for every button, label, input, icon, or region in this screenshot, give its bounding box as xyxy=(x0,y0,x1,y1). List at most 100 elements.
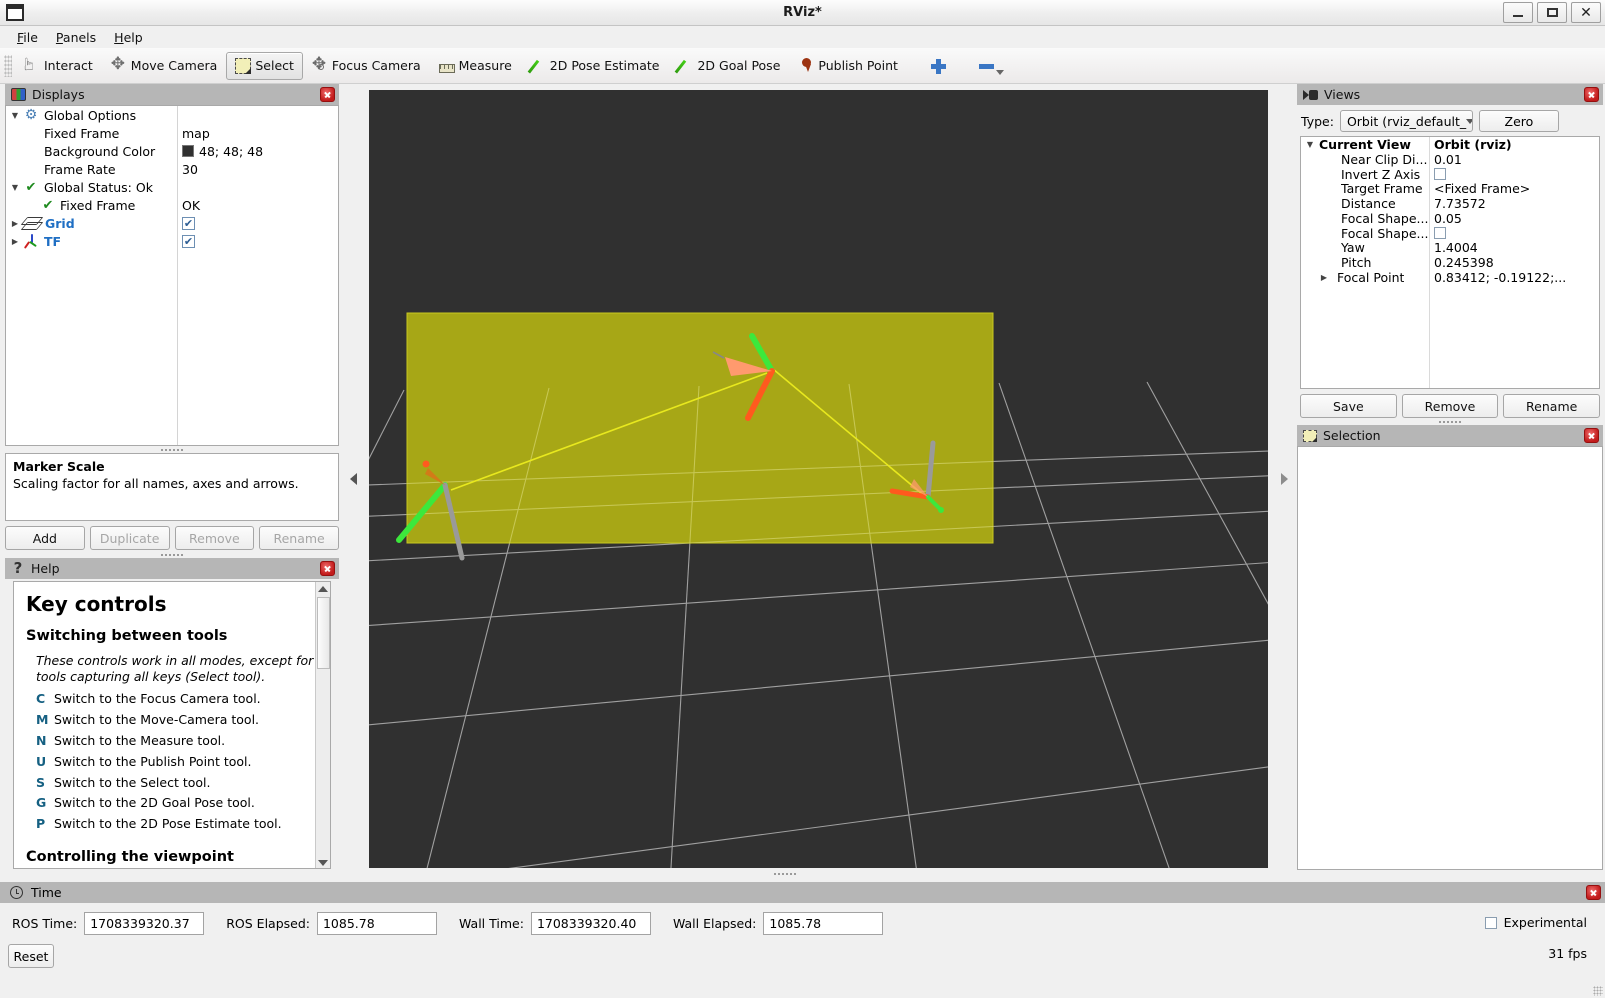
close-button[interactable]: ✕ xyxy=(1571,2,1601,23)
views-row-target-frame[interactable]: Target Frame <Fixed Frame> xyxy=(1301,181,1599,196)
help-scrollbar[interactable] xyxy=(315,582,330,869)
close-icon[interactable] xyxy=(320,561,335,576)
views-value-checkbox[interactable] xyxy=(1434,227,1446,239)
views-row-distance[interactable]: Distance 7.73572 xyxy=(1301,196,1599,211)
close-icon[interactable] xyxy=(1584,87,1599,102)
map-pin-icon xyxy=(798,58,814,74)
tool-measure[interactable]: Measure xyxy=(430,52,521,80)
tree-value-checkbox[interactable] xyxy=(182,217,195,230)
expander-right-icon[interactable]: ▶ xyxy=(1315,273,1333,282)
help-content[interactable]: Key controls Switching between tools The… xyxy=(13,581,331,869)
tool-focus-camera[interactable]: Focus Camera xyxy=(303,52,430,80)
menu-bar: File Panels Help xyxy=(0,26,1605,48)
views-row-invert-z-axis[interactable]: Invert Z Axis xyxy=(1301,167,1599,182)
close-icon[interactable] xyxy=(320,87,335,102)
close-icon[interactable] xyxy=(1586,885,1601,900)
left-panel-collapse-handle[interactable] xyxy=(345,88,361,870)
views-label: Distance xyxy=(1341,196,1396,211)
tree-row-fixed-frame[interactable]: Fixed Frame map xyxy=(6,124,338,142)
add-display-button[interactable]: Add xyxy=(5,526,85,550)
reset-button[interactable]: Reset xyxy=(8,944,54,968)
hand-icon xyxy=(24,58,40,74)
checkbox-icon[interactable] xyxy=(182,217,195,230)
scroll-up-icon[interactable] xyxy=(316,582,330,596)
views-panel: Views Type: Orbit (rviz_default_ Zero ▼ … xyxy=(1297,84,1603,420)
views-row-focal-point[interactable]: ▶ Focal Point 0.83412; -0.19122;... xyxy=(1301,270,1599,285)
scrollbar-thumb[interactable] xyxy=(317,597,330,669)
scroll-down-icon[interactable] xyxy=(316,856,330,869)
tool-interact[interactable]: Interact xyxy=(15,52,102,80)
tree-row-tf[interactable]: ▶ TF xyxy=(6,232,338,250)
ros-elapsed-input[interactable]: 1085.78 xyxy=(317,912,437,935)
views-row-yaw[interactable]: Yaw 1.4004 xyxy=(1301,241,1599,256)
views-row-current-view[interactable]: ▼ Current View Orbit (rviz) xyxy=(1301,137,1599,152)
tree-value-color: 48; 48; 48 xyxy=(182,144,263,159)
view-type-combobox[interactable]: Orbit (rviz_default_ xyxy=(1340,110,1473,132)
splitter-displays-help[interactable] xyxy=(5,551,339,558)
tree-row-frame-rate[interactable]: Frame Rate 30 xyxy=(6,160,338,178)
maximize-icon xyxy=(1547,8,1558,17)
tree-row-background-color[interactable]: Background Color 48; 48; 48 xyxy=(6,142,338,160)
checkbox-icon[interactable] xyxy=(1434,168,1446,180)
duplicate-display-button[interactable]: Duplicate xyxy=(90,526,170,550)
description-title: Marker Scale xyxy=(13,459,331,476)
help-note: These controls work in all modes, except… xyxy=(36,653,318,685)
wall-time-input[interactable]: 1708339320.40 xyxy=(531,912,651,935)
views-value-checkbox[interactable] xyxy=(1434,168,1446,180)
splitter-views-selection[interactable] xyxy=(1297,418,1603,425)
remove-view-button[interactable]: Remove xyxy=(1402,394,1499,418)
displays-tree[interactable]: ▼ Global Options Fixed Frame map Backgro… xyxy=(5,105,339,446)
views-row-near-clip-distance[interactable]: Near Clip Di... 0.01 xyxy=(1301,152,1599,167)
menu-panels[interactable]: Panels xyxy=(47,28,105,47)
checkbox-icon[interactable] xyxy=(182,235,195,248)
shortcut-text: Switch to the Move-Camera tool. xyxy=(54,712,259,729)
views-row-pitch[interactable]: Pitch 0.245398 xyxy=(1301,255,1599,270)
tool-2d-pose-estimate[interactable]: 2D Pose Estimate xyxy=(521,52,669,80)
tool-publish-point[interactable]: Publish Point xyxy=(789,52,907,80)
3d-render-view[interactable] xyxy=(369,90,1268,868)
tool-select-label: Select xyxy=(255,58,294,73)
views-row-focal-shape-fixed[interactable]: Focal Shape... xyxy=(1301,226,1599,241)
view-type-label: Type: xyxy=(1301,114,1334,129)
expander-right-icon[interactable]: ▶ xyxy=(8,219,22,228)
expander-right-icon[interactable]: ▶ xyxy=(8,237,22,246)
remove-tool-button[interactable] xyxy=(969,52,1013,80)
tree-row-global-status[interactable]: ▼ Global Status: Ok xyxy=(6,178,338,196)
rename-display-button[interactable]: Rename xyxy=(259,526,339,550)
splitter-displays-desc[interactable] xyxy=(5,446,339,453)
expander-down-icon[interactable]: ▼ xyxy=(1301,140,1319,149)
minimize-button[interactable] xyxy=(1503,2,1533,23)
menu-file[interactable]: File xyxy=(8,28,47,47)
selection-panel-title: Selection xyxy=(1323,428,1381,443)
maximize-button[interactable] xyxy=(1537,2,1567,23)
experimental-checkbox[interactable] xyxy=(1485,917,1497,929)
close-icon[interactable] xyxy=(1584,428,1599,443)
add-tool-button[interactable] xyxy=(921,52,955,80)
rename-view-button[interactable]: Rename xyxy=(1503,394,1600,418)
remove-display-button[interactable]: Remove xyxy=(175,526,255,550)
wall-time-label: Wall Time: xyxy=(459,916,524,931)
wall-elapsed-input[interactable]: 1085.78 xyxy=(763,912,883,935)
views-row-focal-shape-size[interactable]: Focal Shape... 0.05 xyxy=(1301,211,1599,226)
tree-value-checkbox[interactable] xyxy=(182,235,195,248)
tree-row-grid[interactable]: ▶ Grid xyxy=(6,214,338,232)
menu-help[interactable]: Help xyxy=(105,28,152,47)
ros-time-input[interactable]: 1708339320.37 xyxy=(84,912,204,935)
tool-select[interactable]: Select xyxy=(226,52,303,80)
selection-list[interactable] xyxy=(1297,446,1603,870)
tool-move-camera[interactable]: Move Camera xyxy=(102,52,227,80)
tool-2d-goal-pose[interactable]: 2D Goal Pose xyxy=(668,52,789,80)
expander-down-icon[interactable]: ▼ xyxy=(8,183,22,192)
views-property-tree[interactable]: ▼ Current View Orbit (rviz) Near Clip Di… xyxy=(1300,136,1600,389)
tree-row-global-options[interactable]: ▼ Global Options xyxy=(6,106,338,124)
right-panel-collapse-handle[interactable] xyxy=(1276,88,1292,870)
resize-grip[interactable] xyxy=(1593,986,1603,996)
checkbox-icon[interactable] xyxy=(1434,227,1446,239)
toolbar-grip[interactable] xyxy=(4,55,12,77)
zero-button[interactable]: Zero xyxy=(1479,110,1559,132)
expander-down-icon[interactable]: ▼ xyxy=(8,111,22,120)
help-shortcut-row: N Switch to the Measure tool. xyxy=(36,731,318,752)
tree-row-status-fixed-frame[interactable]: Fixed Frame OK xyxy=(6,196,338,214)
save-view-button[interactable]: Save xyxy=(1300,394,1397,418)
splitter-render-bottom[interactable] xyxy=(770,870,800,878)
